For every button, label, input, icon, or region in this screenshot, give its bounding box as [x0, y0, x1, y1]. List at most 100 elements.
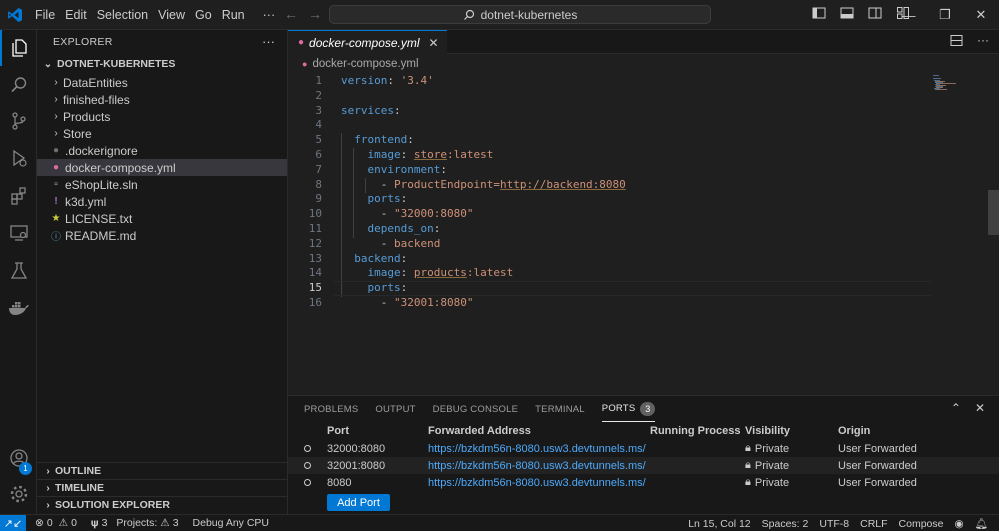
testing-icon[interactable] — [0, 253, 37, 289]
origin-value: User Forwarded — [838, 476, 917, 489]
breadcrumb-file[interactable]: docker-compose.yml — [312, 58, 418, 70]
tree-item-license[interactable]: ★ LICENSE.txt — [37, 210, 287, 227]
chevron-right-icon: › — [46, 482, 50, 494]
chevron-right-icon: › — [54, 77, 58, 88]
run-debug-icon[interactable] — [0, 140, 37, 176]
tree-item-readme[interactable]: ⓘ README.md — [37, 227, 287, 244]
table-row[interactable]: 32001:8080 https://bzkdm56n-8080.usw3.de… — [288, 457, 999, 474]
yaml-key: image — [367, 147, 401, 161]
cursor-position[interactable]: Ln 15, Col 12 — [688, 518, 750, 530]
tab-ports[interactable]: PORTS 3 — [601, 396, 656, 422]
search-icon[interactable] — [0, 67, 37, 103]
minimize-icon[interactable]: — — [891, 0, 927, 30]
error-icon: ⊗ — [35, 517, 44, 529]
vscode-logo-icon[interactable] — [0, 0, 30, 30]
solution-explorer-section-header[interactable]: › SOLUTION EXPLORER — [37, 496, 288, 513]
language-mode[interactable]: Compose — [899, 518, 944, 530]
menu-run[interactable]: Run — [217, 8, 250, 22]
column-origin[interactable]: Origin — [838, 425, 988, 437]
close-panel-icon[interactable]: ✕ — [975, 401, 985, 415]
accounts-icon[interactable]: 1 — [0, 440, 37, 476]
yaml-key: depends_on — [367, 221, 434, 235]
command-center-search[interactable]: dotnet-kubernetes — [329, 5, 711, 24]
back-arrow-icon[interactable]: ← — [284, 6, 298, 22]
docker-icon[interactable] — [0, 290, 37, 326]
forwarded-address-link[interactable]: https://bzkdm56n-8080.usw3.devtunnels.ms… — [428, 443, 650, 455]
workspace-folder-header[interactable]: ⌄ DOTNET-KUBERNETES — [37, 54, 287, 74]
solution-file-icon: ▫ — [54, 179, 58, 190]
column-visibility[interactable]: Visibility — [745, 425, 838, 437]
explorer-icon[interactable] — [0, 30, 37, 66]
encoding-status[interactable]: UTF-8 — [819, 518, 849, 530]
tree-item-products[interactable]: › Products — [37, 108, 287, 125]
tab-debug-console[interactable]: DEBUG CONSOLE — [433, 396, 518, 422]
column-running-process[interactable]: Running Process — [650, 425, 745, 437]
maximize-panel-icon[interactable]: ⌃ — [951, 401, 961, 415]
tree-item-store[interactable]: › Store — [37, 125, 287, 142]
yaml-value: ProductEndpoint= — [394, 177, 500, 191]
remote-explorer-icon[interactable] — [0, 215, 37, 251]
extensions-icon[interactable] — [0, 178, 37, 214]
manage-gear-icon[interactable] — [0, 476, 37, 512]
projects-status[interactable]: Projects: ⚠ 3 — [116, 517, 178, 529]
eol-status[interactable]: CRLF — [860, 518, 887, 530]
tab-docker-compose[interactable]: ● docker-compose.yml ✕ — [288, 30, 447, 54]
docker-compose-file-icon: ● — [302, 59, 308, 69]
tab-ports-label: PORTS — [601, 403, 636, 414]
menu-bar: File Edit Selection View Go Run ··· — [30, 8, 280, 22]
toggle-panel-icon[interactable] — [840, 6, 854, 20]
table-row[interactable]: 32000:8080 https://bzkdm56n-8080.usw3.de… — [288, 440, 999, 457]
copilot-icon[interactable]: ◉ — [954, 518, 963, 530]
menu-file[interactable]: File — [30, 8, 60, 22]
tab-terminal[interactable]: TERMINAL — [535, 396, 585, 422]
source-control-icon[interactable] — [0, 103, 37, 139]
forwarded-address-link[interactable]: https://bzkdm56n-8080.usw3.devtunnels.ms… — [428, 460, 650, 472]
forward-arrow-icon[interactable]: → — [308, 6, 322, 22]
table-row[interactable]: 8080 https://bzkdm56n-8080.usw3.devtunne… — [288, 474, 999, 491]
outline-section-header[interactable]: › OUTLINE — [37, 462, 288, 479]
menu-selection[interactable]: Selection — [92, 8, 153, 22]
close-icon[interactable]: ✕ — [429, 36, 439, 50]
tree-item-dockerignore[interactable]: ● .dockerignore — [37, 142, 287, 159]
editor-scrollbar[interactable] — [988, 190, 999, 235]
activity-bar: 1 — [0, 30, 37, 514]
forwarded-address-link[interactable]: https://bzkdm56n-8080.usw3.devtunnels.ms… — [428, 477, 650, 489]
tree-item-dataentities[interactable]: › DataEntities — [37, 74, 287, 91]
yaml-value: store — [413, 147, 447, 161]
tree-item-finished-files[interactable]: › finished-files — [37, 91, 287, 108]
ports-status[interactable]: 𝛙 3 — [91, 517, 108, 530]
menu-edit[interactable]: Edit — [60, 8, 92, 22]
explorer-more-icon[interactable]: ··· — [262, 34, 275, 49]
tree-item-docker-compose[interactable]: ● docker-compose.yml — [37, 159, 287, 176]
tab-label: docker-compose.yml — [309, 35, 420, 50]
restore-icon[interactable]: ❐ — [927, 0, 963, 30]
debug-config-status[interactable]: Debug Any CPU — [193, 517, 269, 529]
remote-icon[interactable]: ↗↙ — [0, 514, 26, 531]
toggle-primary-sidebar-icon[interactable] — [812, 6, 826, 20]
indentation-status[interactable]: Spaces: 2 — [762, 518, 809, 530]
minimap[interactable] — [933, 74, 988, 94]
accounts-badge: 1 — [19, 462, 32, 475]
chevron-down-icon: ⌄ — [43, 58, 53, 70]
close-window-icon[interactable]: ✕ — [963, 0, 999, 30]
tab-output[interactable]: OUTPUT — [375, 396, 415, 422]
problems-status[interactable]: ⊗ 0 ⚠ 0 — [35, 517, 77, 529]
menu-view[interactable]: View — [153, 8, 190, 22]
column-port[interactable]: Port — [327, 425, 428, 437]
info-file-icon: ⓘ — [51, 232, 61, 243]
split-editor-icon[interactable] — [950, 34, 963, 47]
add-port-button[interactable]: Add Port — [327, 494, 390, 511]
tree-item-k3d-yml[interactable]: ! k3d.yml — [37, 193, 287, 210]
timeline-section-header[interactable]: › TIMELINE — [37, 479, 288, 496]
window-controls: — ❐ ✕ — [891, 0, 999, 30]
menu-more[interactable]: ··· — [258, 8, 281, 22]
tree-item-eshoplite-sln[interactable]: ▫ eShopLite.sln — [37, 176, 287, 193]
toggle-secondary-sidebar-icon[interactable] — [868, 6, 882, 20]
more-actions-icon[interactable]: ··· — [977, 34, 989, 47]
column-forwarded-address[interactable]: Forwarded Address — [428, 425, 650, 437]
notifications-bell-icon[interactable]: 🔔︎ — [975, 517, 988, 530]
tab-problems[interactable]: PROBLEMS — [304, 396, 358, 422]
code-editor[interactable]: 1 version: '3.4' 2 3 services: 4 5 fronten… — [288, 74, 999, 311]
menu-go[interactable]: Go — [190, 8, 217, 22]
status-bar-right: Ln 15, Col 12 Spaces: 2 UTF-8 CRLF Compo… — [688, 515, 999, 531]
